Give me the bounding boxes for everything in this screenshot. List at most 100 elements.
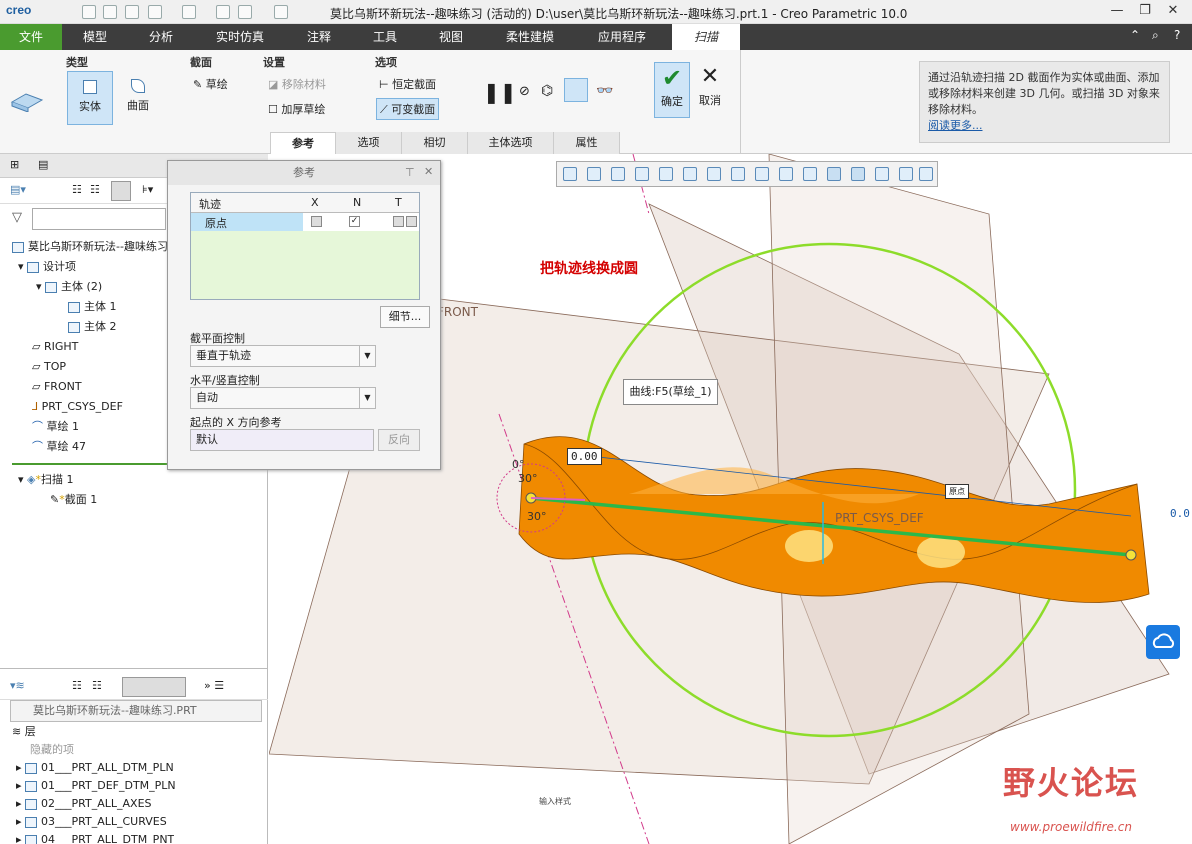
windows-icon[interactable]: [238, 5, 252, 19]
cancel-button[interactable]: ✕ 取消: [693, 62, 727, 118]
layer-item[interactable]: ▸ 01___PRT_ALL_DTM_PLN: [16, 758, 174, 778]
undo-icon[interactable]: [148, 5, 162, 19]
layer-item[interactable]: ▸ 03___PRT_ALL_CURVES: [16, 812, 167, 832]
pause-icon[interactable]: ❚❚: [483, 80, 517, 104]
variable-section-button[interactable]: ⟋ 可变截面: [376, 98, 440, 120]
menu-sweep[interactable]: 扫描: [672, 24, 740, 50]
dimension-right[interactable]: 0.0: [1170, 507, 1190, 520]
search-icon[interactable]: ⌕: [1152, 28, 1159, 43]
datum-display-icon[interactable]: [803, 167, 817, 181]
spin-center-icon[interactable]: [875, 167, 889, 181]
tree-item-sweep1[interactable]: ▾ ◈*扫描 1: [18, 470, 74, 490]
remove-material-button[interactable]: ◪ 移除材料: [268, 76, 326, 92]
tree-columns-icon[interactable]: ☷: [90, 183, 100, 196]
menu-tools[interactable]: 工具: [352, 24, 418, 50]
collapse-ribbon-icon[interactable]: ⌃: [1130, 28, 1140, 42]
tree-item-csys[interactable]: ⅃ PRT_CSYS_DEF: [32, 397, 123, 417]
tree-root[interactable]: 莫比乌斯环新玩法--趣味练习: [12, 237, 168, 257]
verify-icon[interactable]: [564, 78, 588, 102]
sketch-button[interactable]: ✎ 草绘: [193, 76, 228, 92]
trajectory-origin[interactable]: 原点: [191, 213, 303, 231]
annotation-display-icon[interactable]: [779, 167, 793, 181]
subtab-tangency[interactable]: 相切: [402, 132, 468, 154]
glasses-icon[interactable]: 👓: [596, 83, 613, 99]
t2-checkbox[interactable]: [406, 216, 417, 227]
subtab-body-options[interactable]: 主体选项: [468, 132, 554, 154]
no-preview-icon[interactable]: ⊘: [519, 84, 530, 99]
layer-model-select[interactable]: 莫比乌斯环新玩法--趣味练习.PRT: [10, 700, 262, 722]
zoom-out-icon[interactable]: [611, 167, 625, 181]
dimension-0[interactable]: 0.00: [567, 448, 602, 465]
angle-dim-3[interactable]: 30°: [527, 510, 547, 523]
pin-icon[interactable]: ⊤: [405, 166, 415, 179]
point-display-icon[interactable]: [851, 167, 865, 181]
subtab-options[interactable]: 选项: [336, 132, 402, 154]
new-file-icon[interactable]: [82, 5, 96, 19]
maximize-button[interactable]: ❐: [1132, 3, 1158, 21]
close-button[interactable]: ✕: [1160, 3, 1186, 21]
tree-item-body2[interactable]: 主体 2: [68, 317, 117, 337]
tree-item-design-items[interactable]: ▾ 设计项: [18, 257, 76, 277]
menu-applications[interactable]: 应用程序: [576, 24, 668, 50]
redo-icon[interactable]: [182, 5, 196, 19]
model-tree-tab-icon[interactable]: ⊞: [10, 158, 19, 171]
show-icon[interactable]: ⊧▾: [142, 183, 153, 196]
angle-dim-2[interactable]: 30°: [518, 472, 538, 485]
layer-item[interactable]: ▸ 01___PRT_DEF_DTM_PLN: [16, 776, 176, 796]
surface-button[interactable]: 曲面: [115, 71, 161, 125]
regenerate-icon[interactable]: [216, 5, 230, 19]
read-more-link[interactable]: 阅读更多...: [928, 118, 1161, 134]
zoom-in-icon[interactable]: [587, 167, 601, 181]
folder-tab-icon[interactable]: ▤: [38, 158, 48, 171]
menu-flex-modeling[interactable]: 柔性建模: [484, 24, 576, 50]
menu-annotate[interactable]: 注释: [286, 24, 352, 50]
layer-item[interactable]: ▸ 02___PRT_ALL_AXES: [16, 794, 152, 814]
model-tree-icon[interactable]: ▤▾: [10, 183, 26, 196]
solid-button[interactable]: 实体: [67, 71, 113, 125]
preview-icon[interactable]: ⌬: [541, 83, 553, 99]
tree-search-input[interactable]: [32, 208, 166, 230]
angle-dim-1[interactable]: 0°: [512, 458, 525, 471]
t-checkbox[interactable]: [393, 216, 404, 227]
table-row[interactable]: 原点 ✓: [191, 213, 419, 231]
tree-item-top[interactable]: ▱ TOP: [32, 357, 66, 377]
layer-hidden-items[interactable]: 隐藏的项: [30, 740, 74, 760]
cloud-icon[interactable]: [1146, 625, 1180, 659]
subtab-properties[interactable]: 属性: [554, 132, 620, 154]
menu-model[interactable]: 模型: [62, 24, 128, 50]
saved-views-icon[interactable]: [707, 167, 721, 181]
more-view-icon[interactable]: [919, 167, 933, 181]
ok-button[interactable]: ✔ 确定: [654, 62, 690, 118]
tree-item-right[interactable]: ▱ RIGHT: [32, 337, 78, 357]
menu-analysis[interactable]: 分析: [128, 24, 194, 50]
save-icon[interactable]: [125, 5, 139, 19]
layer-more-icon[interactable]: » ☰: [204, 679, 224, 692]
layer-mode-buttons[interactable]: [122, 677, 186, 697]
help-icon[interactable]: ?: [1174, 28, 1180, 42]
layer-filter-icon[interactable]: ☷: [72, 679, 82, 692]
tree-filter-icon[interactable]: ☷: [72, 183, 82, 196]
tree-item-body1[interactable]: 主体 1: [68, 297, 117, 317]
start-x-field[interactable]: 默认: [190, 429, 374, 451]
pause-animation-icon[interactable]: [899, 167, 913, 181]
menu-file[interactable]: 文件: [0, 24, 62, 50]
thicken-sketch-button[interactable]: ☐ 加厚草绘: [268, 101, 325, 117]
plane-display-icon[interactable]: [827, 167, 841, 181]
layer-tree-icon[interactable]: ▾≋: [10, 679, 25, 692]
flip-button[interactable]: 反向: [378, 429, 420, 451]
section-icon[interactable]: [755, 167, 769, 181]
layer-columns-icon[interactable]: ☷: [92, 679, 102, 692]
view-manager-icon[interactable]: [731, 167, 745, 181]
n-checkbox[interactable]: ✓: [349, 216, 360, 227]
panel-close-icon[interactable]: ✕: [424, 165, 433, 178]
menu-live-sim[interactable]: 实时仿真: [194, 24, 286, 50]
minimize-button[interactable]: —: [1104, 3, 1130, 21]
constant-section-button[interactable]: ⊢ 恒定截面: [379, 76, 436, 92]
menu-view[interactable]: 视图: [418, 24, 484, 50]
pane-splitter[interactable]: [0, 668, 268, 669]
subtab-references[interactable]: 参考: [270, 132, 336, 154]
x-checkbox[interactable]: [311, 216, 322, 227]
close-window-icon[interactable]: [274, 5, 288, 19]
refit-icon[interactable]: [563, 167, 577, 181]
tree-item-bodies[interactable]: ▾ 主体 (2): [36, 277, 102, 297]
